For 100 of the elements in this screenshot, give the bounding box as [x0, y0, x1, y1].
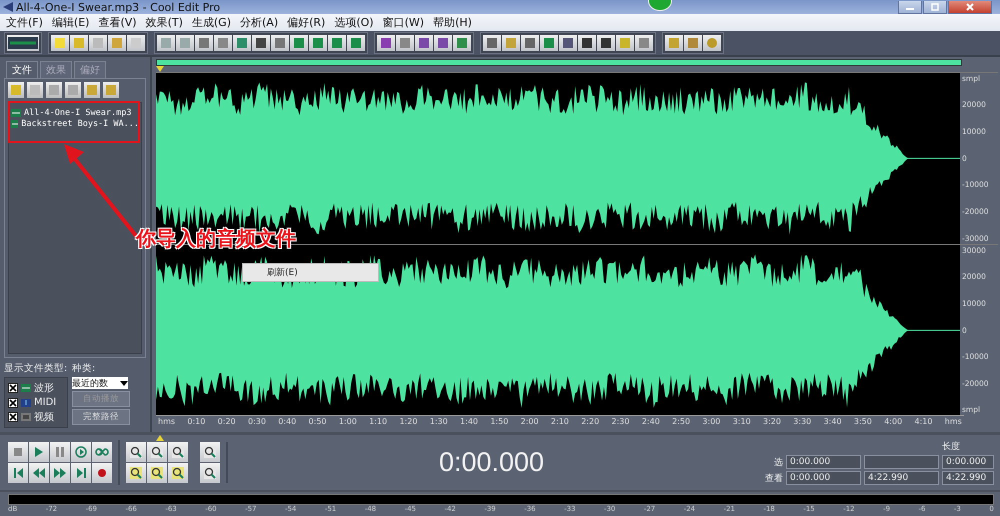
zoom-icon: [151, 446, 163, 458]
note-icon: [21, 398, 31, 406]
time-label: 4:10: [914, 416, 932, 426]
file-name[interactable]: Backstreet Boys-I WA...: [21, 119, 139, 129]
menu-item[interactable]: 生成(G): [190, 15, 238, 30]
skip-start-icon: [14, 468, 22, 478]
time-label: 0:30: [248, 416, 266, 426]
maximize-button[interactable]: [923, 0, 947, 14]
go-to-end-button[interactable]: [71, 463, 91, 483]
menu-item[interactable]: 偏好(R): [285, 15, 332, 30]
toolbar-button[interactable]: [252, 35, 270, 51]
zoom-button[interactable]: [168, 442, 188, 462]
close-icon: [966, 2, 974, 10]
circle-play-icon: [75, 446, 87, 458]
menu-item[interactable]: 帮助(H): [431, 15, 479, 30]
toolbar-button[interactable]: [483, 35, 501, 51]
app-icon: [2, 2, 14, 12]
go-to-start-button[interactable]: [8, 463, 28, 483]
toolbar-button[interactable]: [559, 35, 577, 51]
zoom-button[interactable]: [168, 463, 188, 483]
tool-icon: [668, 37, 680, 49]
play-button[interactable]: [29, 442, 49, 462]
toolbar-button[interactable]: [521, 35, 539, 51]
maximize-icon: [931, 2, 939, 10]
waveform-icon: [8, 37, 38, 49]
tool-icon: [543, 37, 555, 49]
pause-icon: [56, 447, 64, 457]
zoom-button[interactable]: [126, 442, 146, 462]
zoom-button[interactable]: [147, 442, 167, 462]
tool-icon: [217, 37, 229, 49]
row-label: 选: [773, 456, 783, 468]
menu-item[interactable]: 窗口(W): [380, 15, 432, 30]
time-label: 2:40: [642, 416, 660, 426]
fast-forward-button[interactable]: [50, 463, 70, 483]
toolbar-button[interactable]: [415, 35, 433, 51]
column-header: 长度: [942, 440, 961, 453]
toolbar-button[interactable]: [377, 35, 395, 51]
fast-forward-icon: [54, 468, 66, 478]
time-label: 3:50: [854, 416, 872, 426]
toolbar-button[interactable]: [434, 35, 452, 51]
time-label: 2:20: [581, 416, 600, 426]
waveform-icon: [21, 384, 31, 392]
type-checkbox[interactable]: [8, 398, 18, 408]
menu-item[interactable]: 效果(T): [144, 15, 190, 30]
zoom-icon: [130, 446, 142, 458]
close-button[interactable]: [948, 0, 992, 14]
tool-icon: [437, 37, 449, 49]
panel-button[interactable]: 完整路径: [72, 409, 130, 425]
end-field[interactable]: [864, 455, 939, 469]
tool-icon: [111, 37, 123, 49]
zoom-icon: [130, 467, 142, 479]
begin-field[interactable]: 0:00.000: [786, 471, 861, 485]
time-label: 1:30: [430, 416, 448, 426]
play-to-end-button[interactable]: [71, 442, 91, 462]
length-field[interactable]: 4:22.990: [942, 471, 994, 485]
file-name[interactable]: All-4-One-I Swear.mp3: [24, 108, 132, 118]
zoom-button[interactable]: [126, 463, 146, 483]
menu-item[interactable]: 查看(V): [96, 15, 144, 30]
time-display: 0:00.000: [438, 447, 546, 478]
menu-item[interactable]: 编辑(E): [50, 15, 96, 30]
tool-icon: [638, 37, 650, 49]
type-checkbox[interactable]: [8, 383, 18, 393]
end-field[interactable]: 4:22.990: [864, 471, 939, 485]
zoom-button[interactable]: [147, 463, 167, 483]
loop-button[interactable]: [92, 442, 112, 462]
pause-button[interactable]: [50, 442, 70, 462]
zoom-button[interactable]: [200, 442, 220, 462]
begin-field[interactable]: 0:00.000: [786, 455, 861, 469]
menu-item[interactable]: 文件(F): [4, 15, 50, 30]
sort-dropdown[interactable]: 最近的数: [72, 377, 128, 389]
toolbar-button[interactable]: [597, 35, 615, 51]
stop-button[interactable]: [8, 442, 28, 462]
time-label: 2:00: [520, 416, 539, 426]
time-label: 3:20: [763, 416, 781, 426]
overview-bar[interactable]: [156, 59, 962, 66]
time-label: 0:40: [278, 416, 296, 426]
menu-item[interactable]: 刷新(E): [243, 264, 378, 281]
filter-label: 显示文件类型:: [4, 362, 68, 375]
record-button[interactable]: [92, 463, 112, 483]
length-field[interactable]: 0:00.000: [942, 455, 994, 469]
panel-tab[interactable]: 文件: [6, 61, 38, 78]
time-label: 2:10: [550, 416, 569, 426]
time-label: 4:00: [884, 416, 902, 426]
tool-icon: [73, 37, 85, 49]
minimize-button[interactable]: [898, 0, 922, 14]
menu-item[interactable]: 选项(O): [332, 15, 381, 30]
tool-icon: [505, 37, 517, 49]
zoom-icon: [172, 446, 184, 458]
tool-icon: [350, 37, 362, 49]
time-label: 3:30: [793, 416, 812, 426]
caret-icon: [120, 379, 128, 387]
zoom-button[interactable]: [200, 463, 220, 483]
type-checkbox[interactable]: [8, 412, 18, 422]
zoom-icon: [204, 467, 216, 479]
play-icon: [35, 447, 43, 457]
zoom-icon: [151, 467, 163, 479]
menu-item[interactable]: 分析(A): [238, 15, 286, 30]
rewind-button[interactable]: [29, 463, 49, 483]
tool-icon: [130, 37, 142, 49]
toolbar-button[interactable]: [578, 35, 596, 51]
